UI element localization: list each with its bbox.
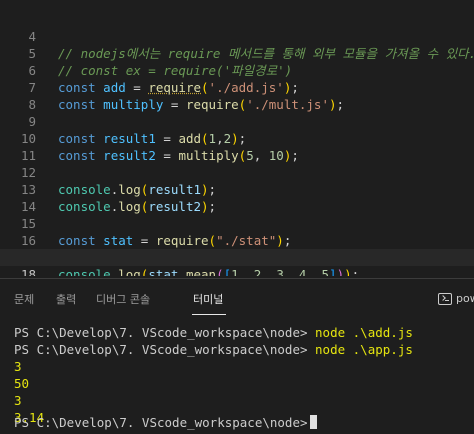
terminal-output: 3 [14, 393, 22, 408]
terminal-prompt: PS C:\Develop\7. VScode_workspace\node> [14, 415, 308, 430]
code-line[interactable]: 7 const multiply = require('./mult.js'); [0, 62, 474, 112]
terminal-output: 3 [14, 359, 22, 374]
code-line[interactable]: 14 [0, 181, 474, 214]
terminal-cursor [309, 415, 317, 429]
code-number: 1 [231, 267, 239, 276]
code-object: console [58, 267, 111, 276]
code-line[interactable]: 16 [0, 215, 474, 248]
code-line[interactable]: 10 const result2 = multiply(5, 10); [0, 113, 474, 163]
code-method: mean [185, 267, 217, 276]
terminal-line[interactable]: PS C:\Develop\7. VScode_workspace\node> [14, 414, 317, 431]
code-line[interactable]: 9 const result1 = add(1,2); [0, 96, 474, 146]
panel-tab-bar: 문제 출력 디버그 콘솔 터미널 pow [0, 279, 474, 321]
terminal-icon [438, 293, 452, 305]
code-line-current[interactable]: 18 console.log(stat.pi); [0, 249, 474, 276]
terminal-prompt: PS C:\Develop\7. VScode_workspace\node> [14, 325, 308, 340]
code-number: 3 [276, 267, 284, 276]
code-number: 5 [321, 267, 330, 276]
code-editor[interactable]: 4 // nodejs에서는 require 메서드를 통해 외부 모듈을 가져… [0, 0, 474, 276]
terminal-command: node .\app.js [315, 342, 413, 357]
code-method: log [118, 267, 141, 276]
code-line[interactable]: 15 const stat = require("./stat"); [0, 198, 474, 248]
terminal-line: PS C:\Develop\7. VScode_workspace\node> … [14, 324, 413, 341]
terminal-line: PS C:\Develop\7. VScode_workspace\node> … [14, 341, 413, 358]
code-line[interactable]: 6 const add = require('./add.js'); [0, 45, 474, 95]
terminal-shell-label: pow [456, 292, 474, 305]
code-line[interactable]: 11 [0, 130, 474, 163]
terminal-command: node .\add.js [315, 325, 413, 340]
terminal-prompt: PS C:\Develop\7. VScode_workspace\node> [14, 342, 308, 357]
code-line[interactable]: 5 // const ex = require('파일경로') [0, 28, 474, 78]
line-number: 18 [20, 267, 36, 276]
active-tab-indicator [192, 314, 226, 315]
code-line[interactable]: 8 [0, 79, 474, 112]
tab-debug-console[interactable]: 디버그 콘솔 [96, 292, 150, 308]
terminal-shell-button[interactable]: pow [438, 292, 474, 308]
terminal-output: 50 [14, 376, 30, 391]
code-line[interactable]: 17 console.log(stat.mean([1, 2, 3, 4, 5]… [0, 232, 474, 276]
code-line[interactable]: 13 console.log(result2); [0, 164, 474, 214]
code-line[interactable]: 12 console.log(result1); [0, 147, 474, 197]
tab-problems[interactable]: 문제 [14, 292, 34, 308]
tab-terminal[interactable]: 터미널 [193, 292, 223, 308]
code-line[interactable]: 4 // nodejs에서는 require 메서드를 통해 외부 모듈을 가져… [0, 11, 474, 61]
tab-output[interactable]: 출력 [56, 292, 76, 308]
code-object: stat [148, 267, 179, 276]
